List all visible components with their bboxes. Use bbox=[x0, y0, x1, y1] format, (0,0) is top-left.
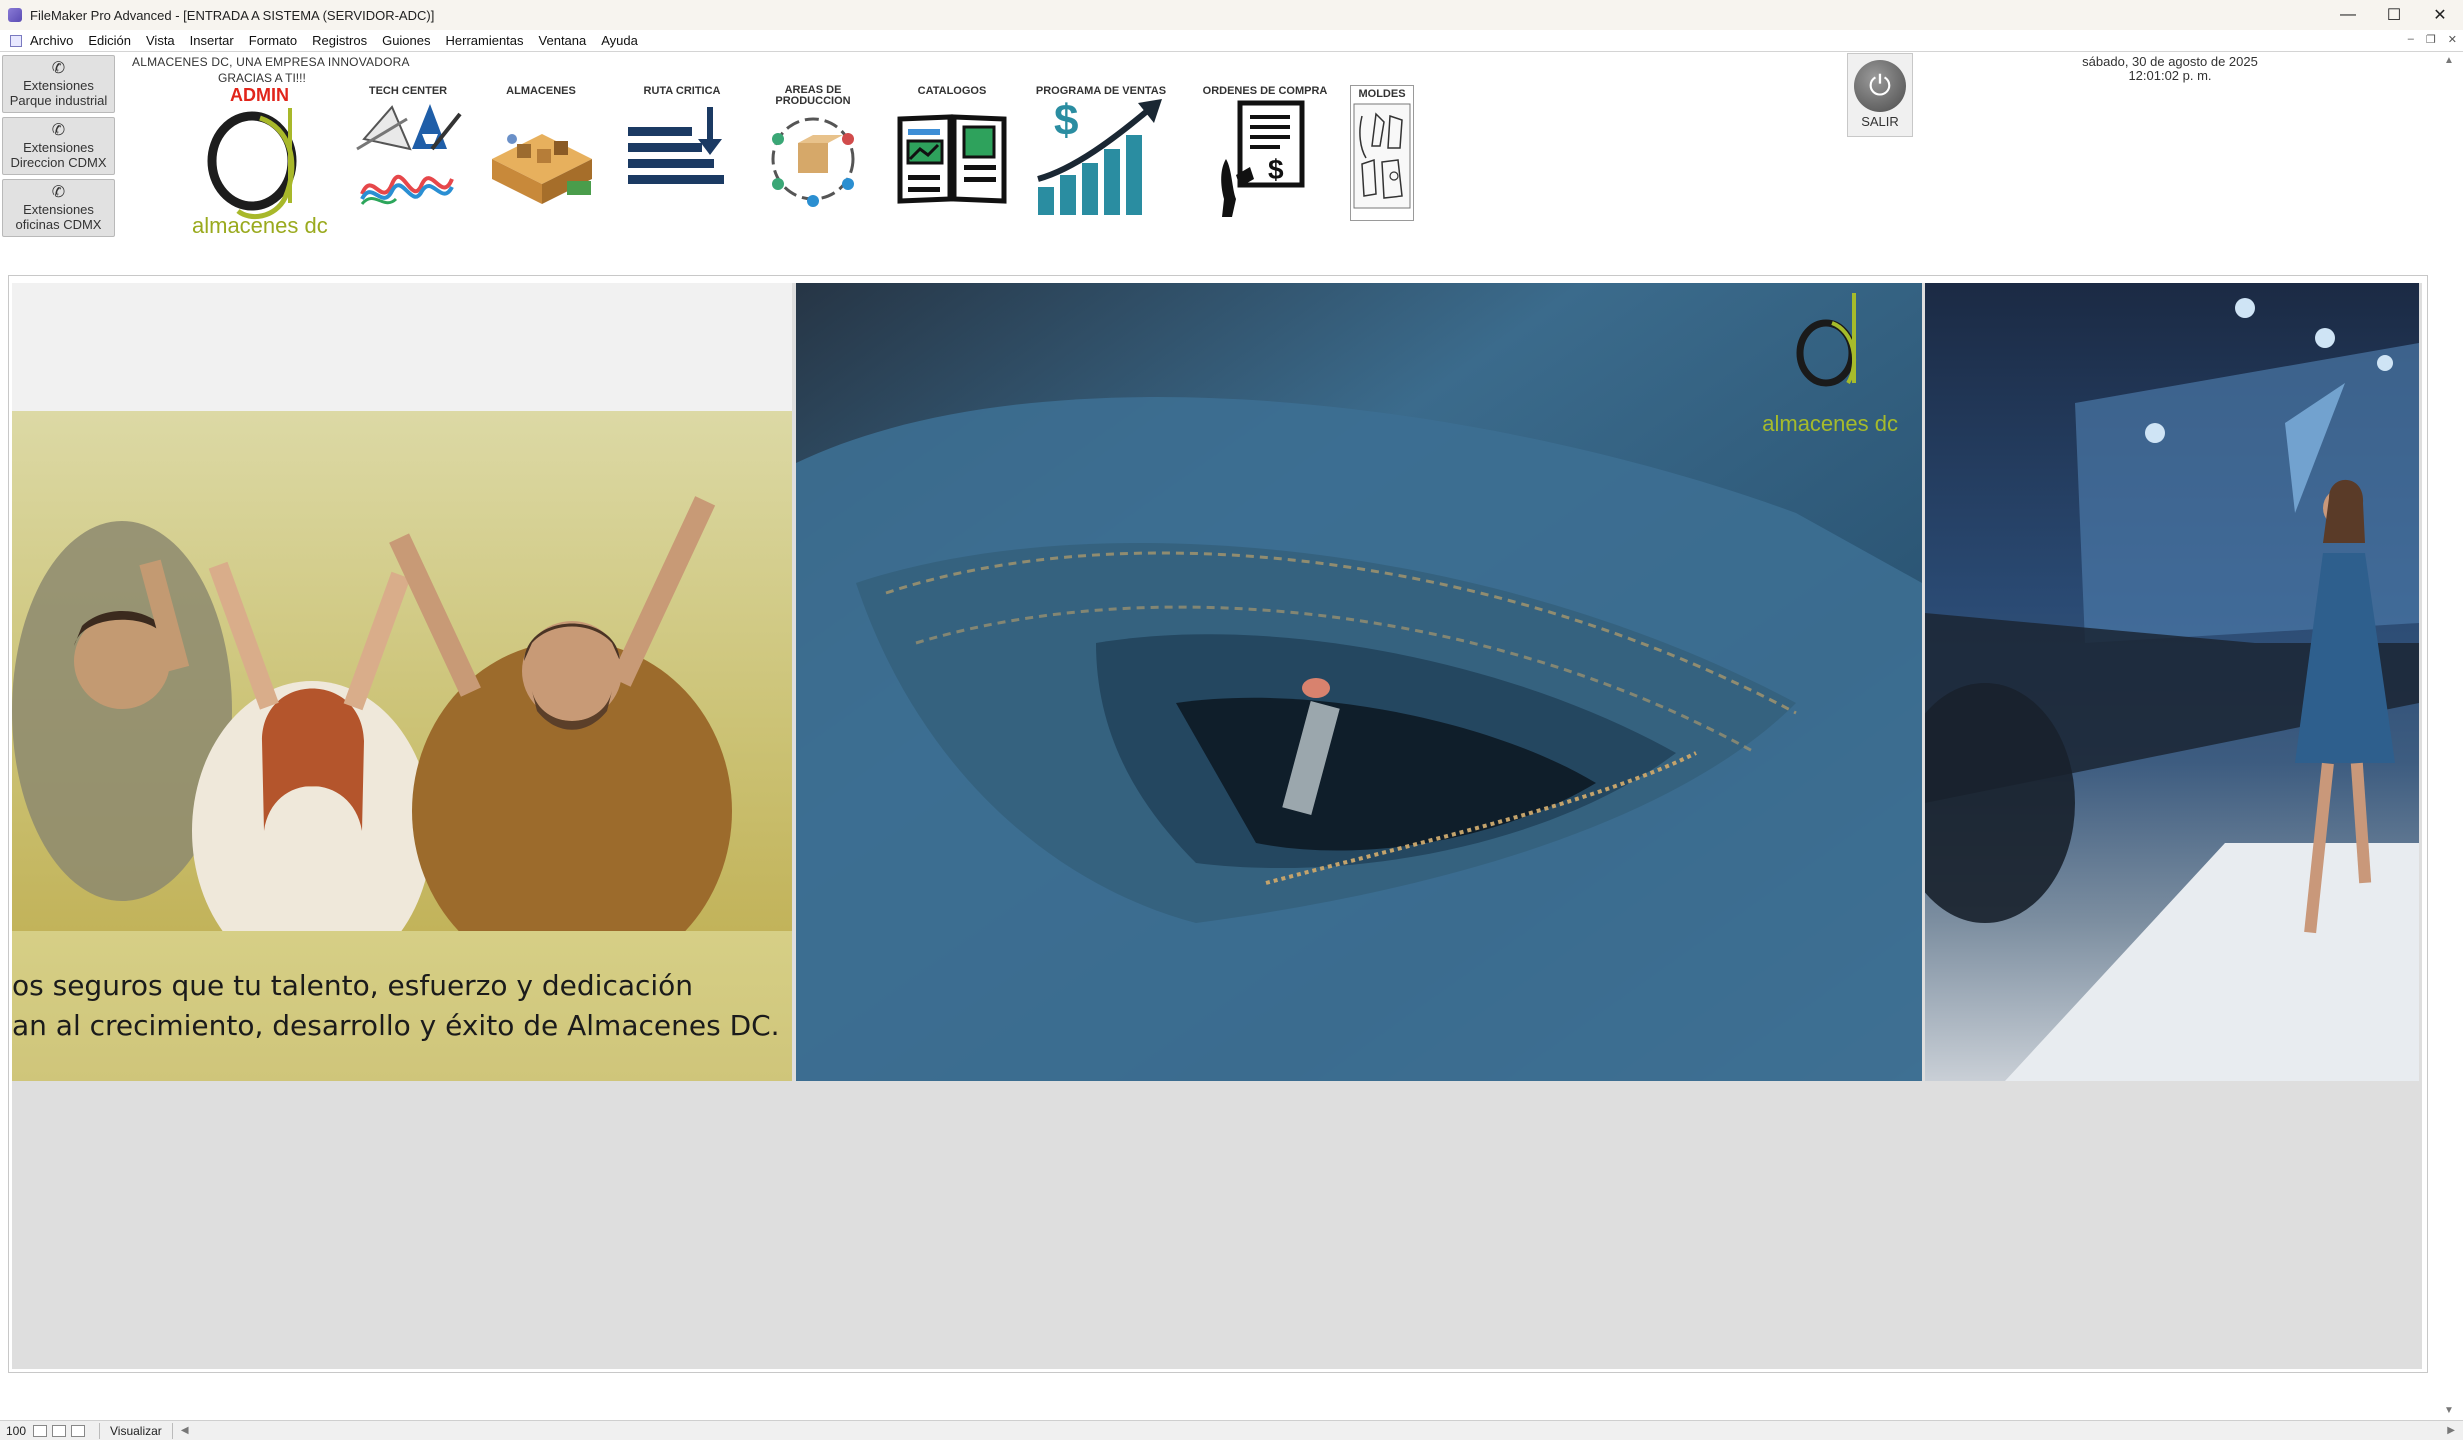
areas-produccion-button[interactable]: AREAS DE PRODUCCION bbox=[756, 85, 870, 214]
banner-area: os seguros que tu talento, esfuerzo y de… bbox=[12, 283, 2422, 1369]
menu-vista[interactable]: Vista bbox=[146, 33, 175, 48]
extensions-parque-industrial-button[interactable]: ✆ Extensiones Parque industrial bbox=[2, 55, 115, 113]
menu-herramientas[interactable]: Herramientas bbox=[446, 33, 524, 48]
employees-photo bbox=[12, 411, 792, 931]
ext-label-line1: Extensiones bbox=[23, 202, 94, 217]
catalogos-label: CATALOGOS bbox=[917, 85, 987, 97]
zoom-out-icon[interactable] bbox=[33, 1424, 47, 1437]
mdi-controls: – ❐ ✕ bbox=[2408, 33, 2457, 46]
menu-insertar[interactable]: Insertar bbox=[190, 33, 234, 48]
current-date: sábado, 30 de agosto de 2025 bbox=[2082, 54, 2258, 69]
zoom-in-icon[interactable] bbox=[52, 1424, 66, 1437]
mdi-minimize-icon[interactable]: – bbox=[2408, 33, 2414, 46]
banner-panel-employees: os seguros que tu talento, esfuerzo y de… bbox=[12, 283, 792, 1081]
layout-header: ✆ Extensiones Parque industrial ✆ Extens… bbox=[0, 53, 2463, 273]
thanks-text: GRACIAS A TI!!! bbox=[218, 71, 306, 85]
phone-icon: ✆ bbox=[51, 122, 66, 139]
ordenes-compra-label: ORDENES DE COMPRA bbox=[1202, 85, 1328, 97]
tech-center-icon bbox=[356, 104, 462, 206]
svg-text:$: $ bbox=[1268, 154, 1284, 185]
status-bar: 100 Visualizar ◀ ▶ bbox=[0, 1420, 2463, 1440]
warehouse-icon bbox=[492, 134, 592, 204]
ext-label-line2: Direccion CDMX bbox=[10, 155, 107, 170]
mode-selector[interactable]: Visualizar bbox=[99, 1422, 173, 1439]
moldes-button[interactable]: MOLDES bbox=[1350, 85, 1414, 221]
zoom-level[interactable]: 100 bbox=[6, 1424, 28, 1438]
window-title: FileMaker Pro Advanced - [ENTRADA A SIST… bbox=[30, 7, 435, 23]
extensions-oficinas-cdmx-button[interactable]: ✆ Extensiones oficinas CDMX bbox=[2, 179, 115, 237]
pattern-sheet-icon bbox=[1353, 103, 1411, 209]
salir-button[interactable]: ⏻ SALIR bbox=[1847, 53, 1913, 137]
extensions-direccion-cdmx-button[interactable]: ✆ Extensiones Direccion CDMX bbox=[2, 117, 115, 175]
date-time-display: sábado, 30 de agosto de 2025 12:01:02 p.… bbox=[2040, 55, 2300, 83]
almacenes-label: ALMACENES bbox=[506, 85, 576, 97]
menu-ventana[interactable]: Ventana bbox=[539, 33, 587, 48]
company-slogan: ALMACENES DC, UNA EMPRESA INNOVADORA bbox=[132, 55, 410, 69]
power-icon: ⏻ bbox=[1854, 60, 1906, 112]
banner-panel-denim: almacenes dc bbox=[796, 283, 1922, 1081]
phone-icon: ✆ bbox=[51, 60, 66, 77]
catalogos-button[interactable]: CATALOGOS bbox=[892, 85, 1012, 211]
denim-brand-wordmark: almacenes dc bbox=[1762, 411, 1898, 436]
ext-label-line2: oficinas CDMX bbox=[15, 217, 102, 232]
vertical-scrollbar[interactable]: ▲ ▼ bbox=[2440, 53, 2458, 1418]
areas-produccion-label: AREAS DE PRODUCCION bbox=[775, 84, 851, 107]
denim-jeans-image bbox=[796, 283, 1922, 1081]
banner-panel-runway bbox=[1925, 283, 2419, 1081]
salir-label: SALIR bbox=[1861, 114, 1899, 129]
programa-ventas-button[interactable]: PROGRAMA DE VENTAS $ bbox=[1034, 85, 1168, 217]
svg-text:$: $ bbox=[1054, 99, 1078, 145]
menu-archivo[interactable]: Archivo bbox=[30, 33, 73, 48]
menu-ayuda[interactable]: Ayuda bbox=[601, 33, 638, 48]
scroll-up-icon[interactable]: ▲ bbox=[2444, 55, 2454, 66]
minimize-button[interactable]: — bbox=[2325, 0, 2371, 30]
main-content-frame: os seguros que tu talento, esfuerzo y de… bbox=[8, 275, 2428, 1373]
phone-icon: ✆ bbox=[51, 184, 66, 201]
programa-ventas-label: PROGRAMA DE VENTAS bbox=[1035, 85, 1167, 97]
ordenes-compra-button[interactable]: ORDENES DE COMPRA $ bbox=[1202, 85, 1328, 217]
menu-registros[interactable]: Registros bbox=[312, 33, 367, 48]
document-icon[interactable] bbox=[10, 34, 22, 47]
menu-edicion[interactable]: Edición bbox=[88, 33, 131, 48]
almacenes-button[interactable]: ALMACENES bbox=[482, 85, 600, 214]
window-controls: — ☐ ✕ bbox=[2325, 0, 2463, 30]
toggle-toolbar-icon[interactable] bbox=[71, 1424, 85, 1437]
celebrating-people-image bbox=[12, 496, 732, 931]
logo-wordmark: almacenes dc bbox=[192, 213, 328, 238]
close-button[interactable]: ✕ bbox=[2417, 0, 2463, 30]
catalog-book-icon bbox=[897, 114, 1007, 204]
ext-label-line1: Extensiones bbox=[23, 140, 94, 155]
fashion-runway-image bbox=[1925, 298, 2419, 1081]
ext-label-line1: Extensiones bbox=[23, 78, 94, 93]
tech-center-label: TECH CENTER bbox=[368, 85, 448, 97]
scroll-right-icon[interactable]: ▶ bbox=[2447, 1425, 2455, 1436]
purchase-order-icon: $ bbox=[1221, 100, 1305, 217]
current-time: 12:01:02 p. m. bbox=[2128, 68, 2212, 83]
mdi-restore-icon[interactable]: ❐ bbox=[2426, 33, 2436, 46]
mdi-close-icon[interactable]: ✕ bbox=[2448, 33, 2457, 46]
tech-center-button[interactable]: TECH CENTER bbox=[352, 85, 464, 214]
menu-formato[interactable]: Formato bbox=[249, 33, 297, 48]
maximize-button[interactable]: ☐ bbox=[2371, 0, 2417, 30]
sales-growth-icon: $ bbox=[1037, 99, 1162, 215]
scroll-down-icon[interactable]: ▼ bbox=[2444, 1405, 2454, 1416]
moldes-label: MOLDES bbox=[1358, 88, 1406, 100]
menu-bar: Archivo Edición Vista Insertar Formato R… bbox=[0, 30, 2463, 52]
ext-label-line2: Parque industrial bbox=[9, 93, 108, 108]
ruta-critica-label: RUTA CRITICA bbox=[643, 85, 721, 97]
scroll-left-icon[interactable]: ◀ bbox=[181, 1425, 189, 1436]
banner-text-line2: an al crecimiento, desarrollo y éxito de… bbox=[12, 1009, 780, 1042]
banner-text-band: os seguros que tu talento, esfuerzo y de… bbox=[12, 931, 792, 1081]
ruta-critica-button[interactable]: RUTA CRITICA bbox=[622, 85, 742, 214]
menu-guiones[interactable]: Guiones bbox=[382, 33, 430, 48]
filemaker-app-icon bbox=[8, 8, 22, 22]
critical-path-icon bbox=[628, 107, 724, 184]
production-cycle-icon bbox=[771, 117, 855, 207]
title-bar: FileMaker Pro Advanced - [ENTRADA A SIST… bbox=[0, 0, 2463, 30]
banner-text-line1: os seguros que tu talento, esfuerzo y de… bbox=[12, 969, 694, 1002]
